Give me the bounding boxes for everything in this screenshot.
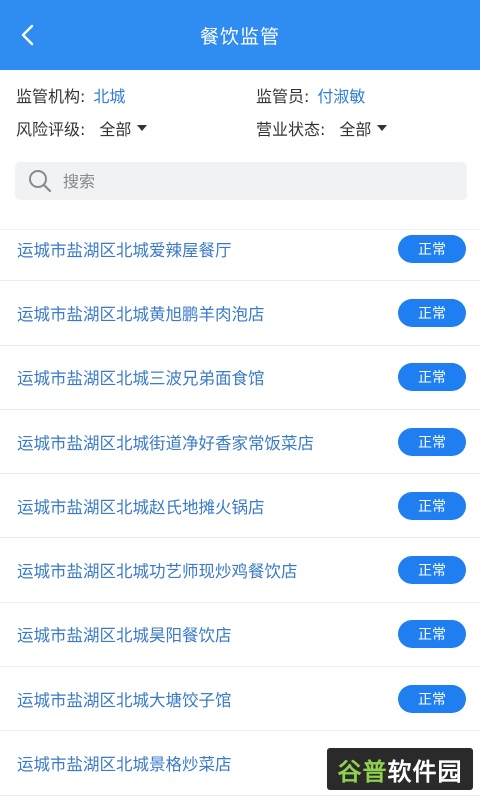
status-badge: 正常 bbox=[398, 556, 466, 585]
status-filter: 营业状态: 全部 bbox=[256, 116, 388, 140]
status-label: 营业状态: bbox=[256, 119, 326, 139]
status-badge: 正常 bbox=[398, 684, 466, 713]
agency-label: 监管机构: bbox=[16, 86, 86, 106]
restaurant-name: 运城市盐湖区北城街道净好香家常饭菜店 bbox=[17, 433, 314, 453]
restaurant-name: 运城市盐湖区北城三波兄弟面食馆 bbox=[17, 369, 265, 389]
page-title: 餐饮监管 bbox=[199, 25, 280, 48]
search-icon bbox=[29, 170, 52, 193]
status-badge: 正常 bbox=[398, 427, 466, 456]
supervisor-filter: 监管员: 付淑敏 bbox=[256, 83, 365, 107]
chevron-left-icon bbox=[21, 24, 34, 46]
filter-row-2: 风险评级: 全部 营业状态: 全部 bbox=[16, 111, 464, 144]
back-button[interactable] bbox=[14, 20, 40, 50]
agency-value[interactable]: 北城 bbox=[93, 83, 125, 107]
list-item[interactable]: 运城市盐湖区北城爱辣屋餐厅 正常 bbox=[0, 217, 480, 282]
search-bar[interactable] bbox=[15, 162, 467, 200]
filter-panel: 监管机构: 北城 监管员: 付淑敏 风险评级: 全部 营业状态: 全部 bbox=[0, 70, 480, 230]
list-item[interactable]: 运城市盐湖区北城黄旭鹏羊肉泡店 正常 bbox=[0, 281, 480, 346]
restaurant-name: 运城市盐湖区北城功艺师现炒鸡餐饮店 bbox=[17, 562, 298, 582]
status-badge: 正常 bbox=[398, 234, 466, 263]
status-badge: 正常 bbox=[398, 363, 466, 392]
restaurant-name: 运城市盐湖区北城昊阳餐饮店 bbox=[17, 626, 232, 646]
list-item[interactable]: 运城市盐湖区北城赵氏地摊火锅店 正常 bbox=[0, 474, 480, 539]
watermark-logo: 谷普软件园 bbox=[327, 748, 473, 790]
supervisor-value[interactable]: 付淑敏 bbox=[317, 83, 365, 107]
supervisor-label: 监管员: bbox=[256, 86, 310, 106]
risk-label: 风险评级: bbox=[16, 119, 86, 139]
restaurant-name: 运城市盐湖区北城大塘饺子馆 bbox=[17, 690, 232, 710]
list-item[interactable]: 运城市盐湖区北城大塘饺子馆 正常 bbox=[0, 667, 480, 732]
list-item[interactable]: 运城市盐湖区北城街道净好香家常饭菜店 正常 bbox=[0, 410, 480, 475]
status-badge: 正常 bbox=[398, 298, 466, 327]
caret-down-icon bbox=[377, 124, 388, 131]
risk-dropdown[interactable]: 全部 bbox=[99, 116, 148, 140]
restaurant-name: 运城市盐湖区北城赵氏地摊火锅店 bbox=[17, 497, 265, 517]
watermark-text: 谷普软件园 bbox=[337, 757, 463, 786]
risk-filter: 风险评级: 全部 bbox=[16, 116, 256, 140]
list-item[interactable]: 运城市盐湖区北城功艺师现炒鸡餐饮店 正常 bbox=[0, 538, 480, 603]
app-header: 餐饮监管 bbox=[0, 0, 480, 70]
restaurant-name: 运城市盐湖区北城景格炒菜店 bbox=[17, 755, 232, 775]
restaurant-name: 运城市盐湖区北城黄旭鹏羊肉泡店 bbox=[17, 304, 265, 324]
status-value: 全部 bbox=[339, 119, 372, 139]
agency-filter: 监管机构: 北城 bbox=[16, 83, 256, 107]
risk-value: 全部 bbox=[99, 119, 132, 139]
search-input[interactable] bbox=[63, 171, 443, 191]
list-item[interactable]: 运城市盐湖区北城三波兄弟面食馆 正常 bbox=[0, 346, 480, 410]
caret-down-icon bbox=[137, 124, 148, 131]
status-badge: 正常 bbox=[398, 620, 466, 649]
restaurant-name: 运城市盐湖区北城爱辣屋餐厅 bbox=[17, 240, 232, 260]
list-item[interactable]: 运城市盐湖区北城昊阳餐饮店 正常 bbox=[0, 603, 480, 668]
filter-row-1: 监管机构: 北城 监管员: 付淑敏 bbox=[16, 78, 464, 111]
restaurant-list: 运城市盐湖区北城爱辣屋餐厅 正常 运城市盐湖区北城黄旭鹏羊肉泡店 正常 运城市盐… bbox=[0, 217, 480, 796]
status-dropdown[interactable]: 全部 bbox=[339, 116, 388, 140]
status-badge: 正常 bbox=[398, 491, 466, 520]
